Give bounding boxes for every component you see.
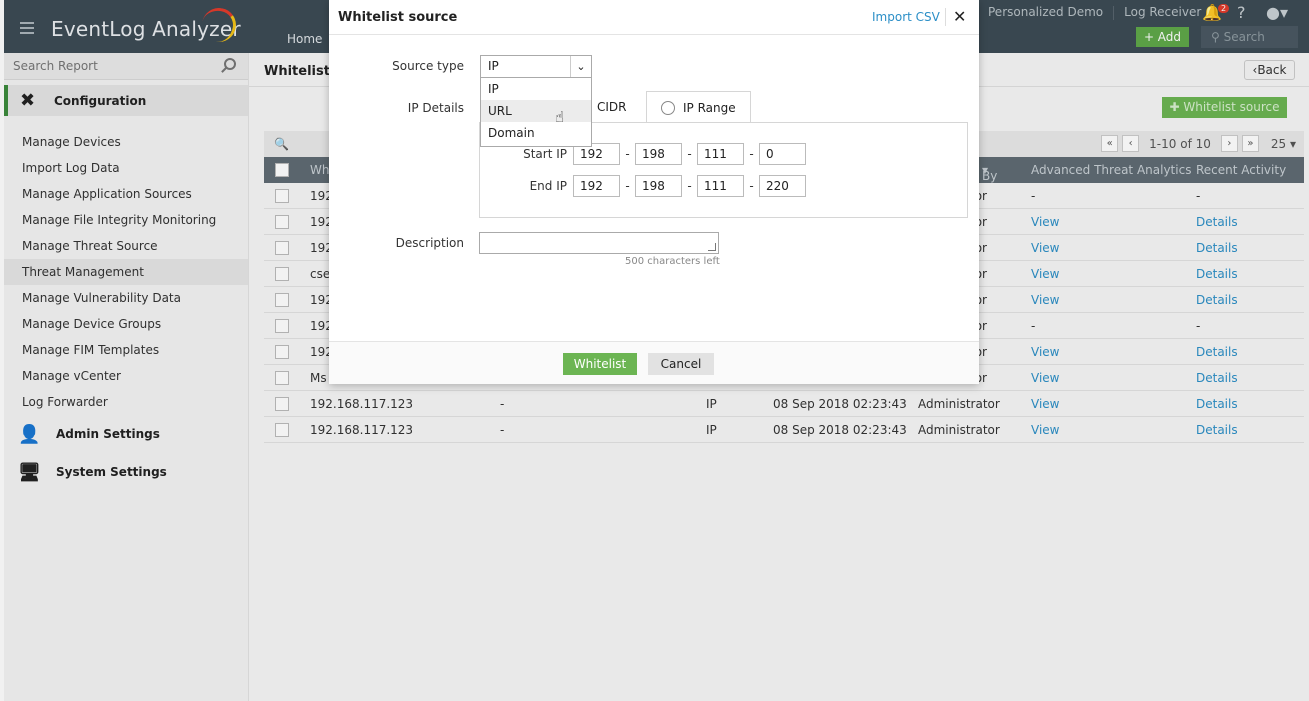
source-type-label: Source type: [392, 59, 464, 73]
end-ip-octet-4[interactable]: 220: [759, 175, 806, 197]
end-ip-octet-1[interactable]: 192: [573, 175, 620, 197]
chevron-down-icon: ⌄: [570, 56, 591, 77]
tab-cidr-label: CIDR: [597, 100, 627, 114]
start-ip-octet-4[interactable]: 0: [759, 143, 806, 165]
hand-cursor-icon: ☝: [555, 108, 565, 126]
source-type-dropdown: IP URL Domain: [480, 78, 592, 147]
tab-ip-range-label: IP Range: [683, 101, 736, 115]
end-ip-label: End IP: [529, 178, 567, 193]
cancel-button[interactable]: Cancel: [648, 353, 714, 375]
description-label: Description: [395, 236, 464, 250]
description-textarea[interactable]: [479, 232, 719, 254]
whitelist-source-dialog: Whitelist source Import CSV ✕ Source typ…: [329, 0, 979, 384]
start-ip-octet-3[interactable]: 111: [697, 143, 744, 165]
end-ip-octet-2[interactable]: 198: [635, 175, 682, 197]
source-type-value: IP: [488, 59, 499, 73]
start-ip-label: Start IP: [523, 146, 567, 161]
option-url[interactable]: URL: [481, 100, 591, 122]
ip-details-label: IP Details: [407, 101, 464, 115]
source-type-select[interactable]: IP ⌄: [480, 55, 592, 78]
dialog-footer: Whitelist Cancel: [329, 341, 979, 384]
option-domain[interactable]: Domain: [481, 122, 591, 144]
dialog-header: Whitelist source Import CSV ✕: [329, 0, 979, 35]
tab-ip-range[interactable]: IP Range: [646, 91, 751, 123]
end-ip-octet-3[interactable]: 111: [697, 175, 744, 197]
header-separator: [945, 8, 946, 26]
end-ip-row: End IP 192-198-111-220: [520, 175, 806, 197]
characters-left: 500 characters left: [625, 256, 720, 267]
close-icon[interactable]: ✕: [953, 7, 966, 26]
radio-icon[interactable]: [661, 100, 675, 115]
import-csv-link[interactable]: Import CSV: [872, 10, 940, 24]
option-ip[interactable]: IP: [481, 78, 591, 100]
dialog-title: Whitelist source: [338, 10, 458, 25]
start-ip-octet-2[interactable]: 198: [635, 143, 682, 165]
whitelist-button[interactable]: Whitelist: [563, 353, 637, 375]
